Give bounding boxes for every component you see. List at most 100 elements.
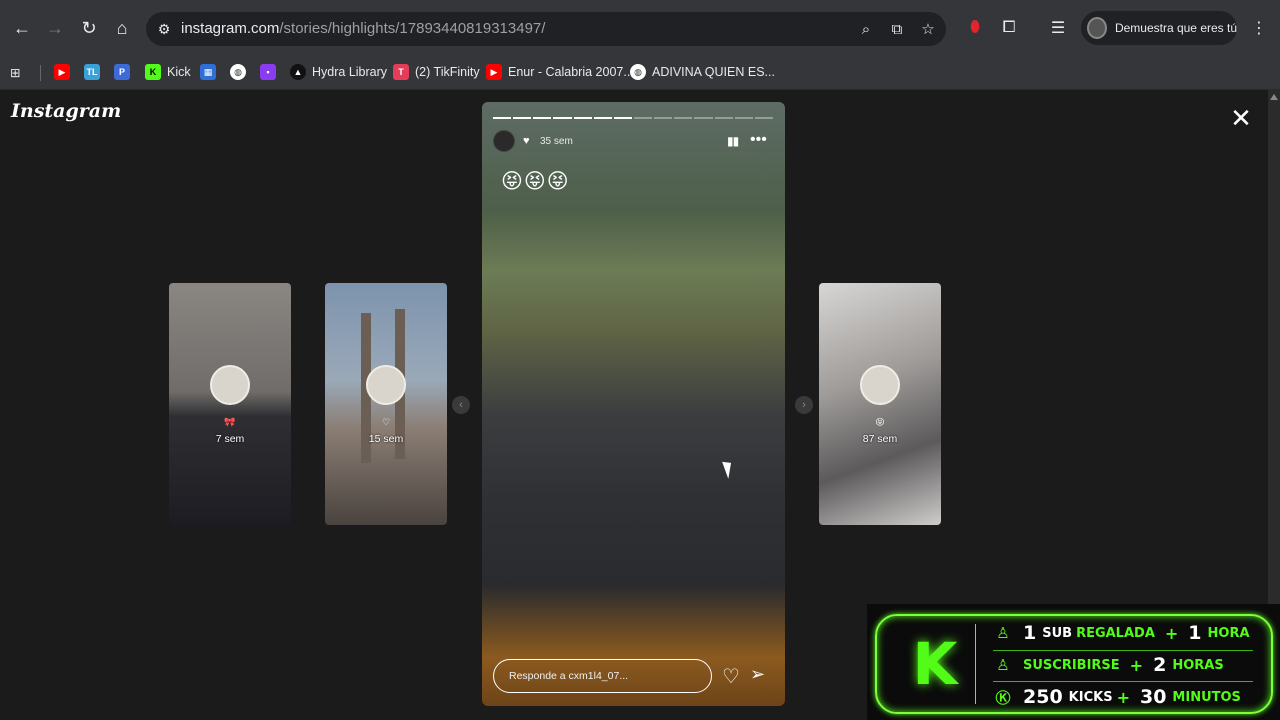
bookmark-label: (2) TikFinity (415, 65, 480, 79)
progress-segment (674, 117, 693, 119)
overlay-row-subscribe: ♙ SUSCRIBIRSE + 2 HORAS (993, 652, 1234, 678)
like-heart-icon[interactable]: ♡ (722, 664, 740, 689)
tl-icon: TL (84, 64, 100, 80)
progress-segment (553, 117, 572, 119)
bookmark-square[interactable]: ▪ (260, 60, 282, 84)
progress-segment (493, 117, 512, 119)
home-icon[interactable]: ⌂ (108, 14, 136, 42)
row-accent: SUSCRIBIRSE (1023, 657, 1120, 673)
menu-kebab-icon[interactable]: ⋮ (1246, 15, 1272, 41)
next-arrow-icon[interactable]: › (795, 396, 813, 414)
user-icon: ♙ (996, 656, 1010, 674)
story-emoji-sticker: 😝😝😝 (501, 170, 570, 193)
overlay-row-gift-sub: ♙ 1 SUB REGALADA + 1 HORA (993, 620, 1260, 646)
bookmark-p[interactable]: P (114, 60, 136, 84)
site-info-icon[interactable]: ⚙ (154, 19, 174, 39)
row-accent: HORAS (1172, 657, 1224, 673)
story-age: 35 sem (540, 136, 573, 147)
row-accent: HORA (1207, 625, 1250, 641)
p-icon: P (114, 64, 130, 80)
progress-segment (633, 117, 653, 119)
heart-icon: ♥ (523, 135, 530, 147)
progress-segment (754, 117, 773, 119)
thumb-age: 87 sem (862, 433, 898, 445)
plus-icon: + (1116, 687, 1130, 707)
story-thumb-previous-1[interactable]: ♡ 15 sem (325, 283, 447, 525)
row-number: 1 (1023, 622, 1037, 644)
kick-logo-icon: K (912, 630, 958, 698)
progress-segment (714, 117, 733, 119)
bookmarks-divider (40, 65, 41, 81)
bookmark-tikfinity[interactable]: T (2) TikFinity (393, 60, 480, 84)
avatar (860, 365, 900, 405)
instagram-logo[interactable]: Instagram (11, 100, 121, 122)
scroll-up-icon[interactable] (1270, 94, 1278, 100)
avatar[interactable] (493, 130, 515, 152)
story-thumb-previous-2[interactable]: 🎀 7 sem (169, 283, 291, 525)
bookmark-grid[interactable]: ▦ (200, 60, 222, 84)
progress-segment (654, 117, 673, 119)
story-thumb-next-1[interactable]: 😝 87 sem (819, 283, 941, 525)
zoom-icon[interactable]: ⌕ (855, 18, 877, 40)
avatar (366, 365, 406, 405)
kick-coin-icon: Ⓚ (995, 688, 1011, 707)
reload-icon[interactable]: ↻ (75, 14, 103, 42)
user-icon: ♙ (996, 624, 1010, 642)
overlay-row-kicks: Ⓚ 250 KICKS + 30 MINUTOS (993, 684, 1251, 710)
avatar (1087, 17, 1107, 39)
address-bar[interactable]: ⚙ instagram.com/stories/highlights/17893… (146, 12, 946, 46)
bookmark-label: Enur - Calabria 2007... (508, 65, 634, 79)
overlay-row-separator (993, 681, 1253, 682)
progress-segment (573, 117, 592, 119)
bookmark-label: ADIVINA QUIEN ES... (652, 65, 775, 79)
row-accent: MINUTOS (1172, 689, 1241, 705)
row-accent: REGALADA (1076, 625, 1155, 641)
row-word: KICKS (1068, 689, 1113, 705)
profile-label: Demuestra que eres tú (1114, 21, 1237, 35)
url-text: instagram.com/stories/highlights/1789344… (181, 20, 546, 37)
bookmarks-bar: ⊞ ▶ TL P K Kick ▦ ◍ ▪ ▲ Hydra Library T (2)… (0, 56, 1280, 90)
bookmark-tl[interactable]: TL (84, 60, 106, 84)
plus-icon: + (1164, 623, 1179, 643)
plus-icon: + (1129, 655, 1144, 675)
previous-arrow-icon[interactable]: ‹ (452, 396, 470, 414)
overlay-row-separator (993, 650, 1253, 651)
globe-icon: ◍ (630, 64, 646, 80)
close-icon[interactable]: ✕ (1228, 105, 1254, 132)
more-options-icon[interactable]: ••• (750, 131, 767, 149)
bookmark-adivina[interactable]: ◍ ADIVINA QUIEN ES... (630, 60, 775, 84)
progress-segment (513, 117, 532, 119)
progress-segment (694, 117, 713, 119)
progress-segment (613, 117, 632, 119)
send-icon[interactable]: ➢ (750, 664, 765, 685)
bookmark-hydra[interactable]: ▲ Hydra Library (290, 60, 387, 84)
reading-list-icon[interactable]: ☰ (1045, 15, 1071, 41)
progress-segment (734, 117, 753, 119)
row-number: 2 (1153, 654, 1167, 676)
forward-icon[interactable]: → (41, 14, 69, 42)
pause-icon[interactable]: ▮▮ (727, 134, 739, 148)
bookmark-youtube[interactable]: ▶ (54, 60, 76, 84)
extension-shield-icon[interactable]: ⬮ (962, 15, 988, 41)
row-number: 30 (1139, 686, 1167, 708)
avatar (210, 365, 250, 405)
browser-toolbar: ← → ↻ ⌂ ⚙ instagram.com/stories/highligh… (0, 0, 1280, 56)
thumb-age: 7 sem (215, 433, 245, 445)
bookmark-enur[interactable]: ▶ Enur - Calabria 2007... (486, 60, 634, 84)
bookmark-globe[interactable]: ◍ (230, 60, 252, 84)
back-icon[interactable]: ← (8, 14, 36, 42)
apps-grid-icon[interactable]: ⊞ (10, 60, 20, 84)
install-app-icon[interactable]: ⧉ (886, 18, 908, 40)
bookmark-label: Hydra Library (312, 65, 388, 79)
reply-placeholder: Responde a cxm1l4_07... (509, 670, 629, 682)
square-icon: ▪ (260, 64, 276, 80)
active-story[interactable]: ♥ 35 sem ▮▮ ••• 😝😝😝 Responde a cxm1l4_07… (482, 102, 785, 706)
row-word: SUB (1042, 625, 1073, 641)
profile-chip[interactable]: Demuestra que eres tú (1081, 11, 1237, 45)
kick-icon: K (145, 64, 161, 80)
overlay-divider (975, 624, 976, 704)
reply-input[interactable]: Responde a cxm1l4_07... (493, 659, 712, 693)
bookmark-kick[interactable]: K Kick (145, 60, 191, 84)
extensions-puzzle-icon[interactable]: ⧠ (996, 15, 1022, 41)
bookmark-star-icon[interactable]: ☆ (917, 18, 939, 40)
